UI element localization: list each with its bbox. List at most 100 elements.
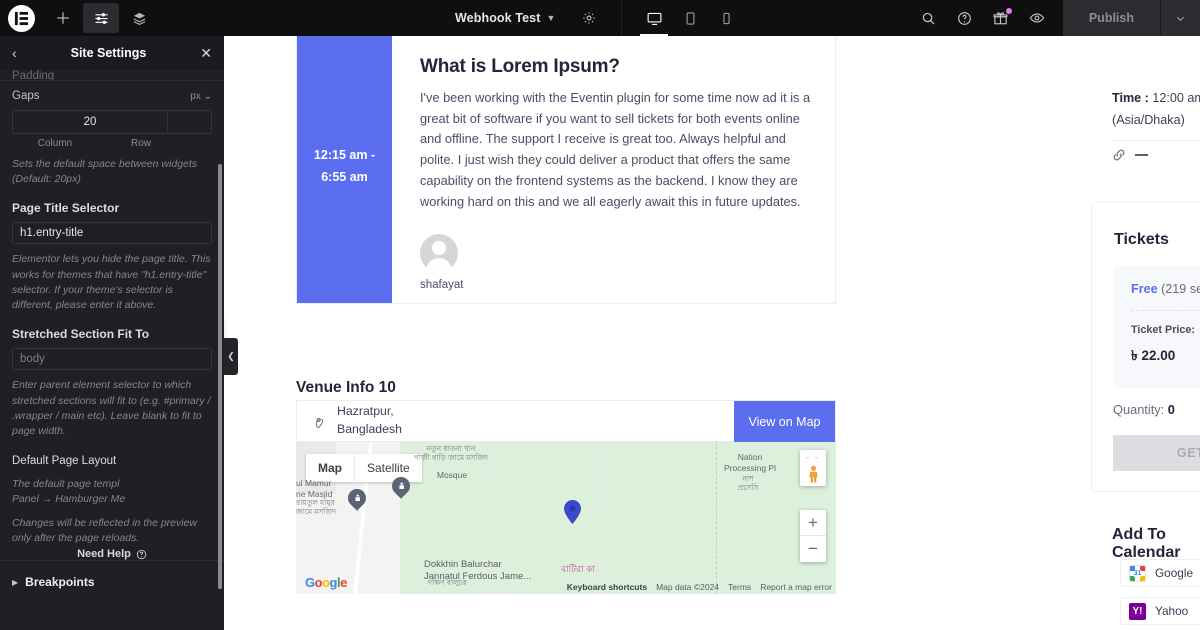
need-help-label: Need Help <box>77 548 131 560</box>
zoom-out-button[interactable]: − <box>800 536 826 562</box>
publish-options-chevron-down-icon[interactable] <box>1160 0 1200 36</box>
canvas-left-margin <box>224 36 296 630</box>
view-on-map-button[interactable]: View on Map <box>734 401 835 443</box>
ticket-divider <box>1131 310 1200 311</box>
report-map-error-link[interactable]: Report a map error <box>760 582 832 592</box>
eye-icon[interactable] <box>1019 0 1055 36</box>
map-poi-mosque[interactable] <box>344 485 370 511</box>
avatar-icon <box>420 234 458 273</box>
yahoo-calendar-icon: Y! <box>1129 602 1146 620</box>
event-time-strip: 12:15 am - 6:55 am <box>297 36 392 303</box>
calendar-item-google-label: Google <box>1155 566 1194 580</box>
question-circle-icon <box>136 549 147 559</box>
tablet-icon[interactable] <box>672 0 708 36</box>
ticket-option: Free (219 seats remaining) Ticket Price:… <box>1113 265 1200 388</box>
map-poi-mosque-2[interactable] <box>388 473 414 499</box>
map-zoom-controls: + − <box>800 510 826 562</box>
question-circle-icon[interactable] <box>947 0 983 36</box>
gaps-inputs <box>12 110 212 134</box>
google-logo: Google <box>305 575 347 590</box>
plus-icon[interactable] <box>45 3 81 33</box>
breakpoints-label: Breakpoints <box>25 575 95 590</box>
stretched-section-hint: Enter parent element selector to which s… <box>12 379 211 437</box>
map-label-masjid: ul Mamur ne Masjid <box>296 478 333 499</box>
breakpoints-toggle[interactable]: ▶ Breakpoints <box>12 575 212 589</box>
elementor-logo-icon[interactable] <box>8 4 35 32</box>
ticket-price-column: Ticket Price: ৳ 22.00 <box>1131 324 1200 368</box>
chevron-left-icon[interactable]: ‹ <box>12 46 17 60</box>
sidebar-scrollbar[interactable] <box>218 164 222 589</box>
venue-address: Hazratpur, Bangladesh <box>337 403 402 439</box>
event-time-block: Time : 12:00 am - 5:25 am (Asia/Dhaka) <box>1112 88 1200 131</box>
map-label-dokkhin-bn: দক্ষিণ বালুচর <box>428 578 467 587</box>
layers-icon[interactable] <box>121 3 157 33</box>
event-time-value: 12:00 am - 5:25 am <box>1152 91 1200 105</box>
calendar-item-google[interactable]: 31 Google <box>1120 559 1200 587</box>
terms-link[interactable]: Terms <box>728 582 751 592</box>
map-marker-icon[interactable] <box>564 500 581 527</box>
ticket-totals-row: Quantity: 0 Total: ৳ 0.00 <box>1113 402 1200 423</box>
stretched-section-label: Stretched Section Fit To <box>12 327 150 342</box>
keyboard-shortcuts-link[interactable]: Keyboard shortcuts <box>567 582 647 592</box>
get-tickets-button[interactable]: GET TICKETS <box>1113 435 1200 471</box>
venue-bar: Hazratpur, Bangladesh View on Map <box>296 400 836 443</box>
close-icon[interactable]: ✕ <box>200 46 212 60</box>
notification-dot <box>1005 8 1012 14</box>
google-map[interactable]: Map Satellite ul Mamur ne Masjid রায়তুল … <box>296 442 836 594</box>
event-link-value <box>1135 154 1148 156</box>
page-canvas: 12:15 am - 6:55 am What is Lorem Ipsum? … <box>224 36 1200 630</box>
event-time-label: Time : <box>1112 91 1149 105</box>
venue-section-title: Venue Info 10 <box>296 379 396 396</box>
ticket-seats-remaining: (219 seats remaining) <box>1161 282 1200 296</box>
stretched-section-input[interactable] <box>12 348 212 371</box>
publish-button[interactable]: Publish <box>1062 0 1160 36</box>
gear-icon[interactable] <box>571 0 607 36</box>
event-timezone: (Asia/Dhaka) <box>1112 112 1185 127</box>
map-data-copyright: Map data ©2024 <box>656 582 720 592</box>
gift-icon[interactable] <box>983 0 1019 36</box>
map-label-national-processing: Nation Processing Pl <box>724 452 776 473</box>
gaps-row-sublabel: Row <box>130 138 151 149</box>
search-icon[interactable] <box>911 0 947 36</box>
page-title-selector-input[interactable] <box>12 222 212 245</box>
document-title[interactable]: Webhook Test <box>455 11 540 25</box>
map-label-batira: বাটিরা কা <box>560 564 596 574</box>
page-title-selector-hint: Elementor lets you hide the page title. … <box>12 253 211 312</box>
author-name: shafayat <box>420 279 464 292</box>
description-body: What is Lorem Ipsum? I've been working w… <box>392 36 835 303</box>
google-calendar-day: 31 <box>1133 569 1142 577</box>
clipped-control-above: Padding <box>12 70 55 80</box>
panel-collapse-toggle[interactable]: ❮ <box>224 338 238 375</box>
page-reload-note: Changes will be reflected in the preview… <box>12 516 198 544</box>
triangle-right-icon: ▶ <box>12 577 19 587</box>
default-page-layout-hint-line2: Panel → Hamburger Me <box>12 493 126 506</box>
zoom-in-button[interactable]: + <box>800 510 826 536</box>
chevron-down-icon[interactable]: ▼ <box>546 13 555 23</box>
event-link-row <box>1112 148 1148 162</box>
ticket-price-value: ৳ 22.00 <box>1131 348 1176 363</box>
toolbar-divider <box>621 0 623 36</box>
need-help-link[interactable]: Need Help <box>0 548 224 560</box>
gaps-column-input[interactable] <box>13 111 168 133</box>
map-attribution: Keyboard shortcuts Map data ©2024 Terms … <box>567 582 832 592</box>
gaps-sublabels: Column Row <box>12 138 212 149</box>
top-bar-left-group <box>0 0 157 36</box>
sliders-icon[interactable] <box>83 3 119 33</box>
calendar-item-yahoo-label: Yahoo <box>1155 604 1189 618</box>
gaps-label: Gaps <box>12 90 40 102</box>
ticket-type-row: Free (219 seats remaining) <box>1131 282 1200 296</box>
gaps-unit-selector[interactable]: px ⌄ <box>190 91 212 102</box>
yahoo-calendar-glyph: Y! <box>1132 605 1143 617</box>
gaps-unit-value: px <box>190 90 201 102</box>
document-title-group: Webhook Test ▼ <box>455 0 744 36</box>
link-icon[interactable] <box>1112 148 1126 162</box>
description-title: What is Lorem Ipsum? <box>420 56 620 77</box>
device-mode-group <box>636 0 744 36</box>
gaps-row-input[interactable] <box>168 111 211 133</box>
map-road-thin <box>486 472 606 474</box>
street-view-pegman-icon[interactable]: - - <box>800 450 826 486</box>
calendar-item-yahoo[interactable]: Y! Yahoo <box>1120 597 1200 625</box>
map-pin-icon <box>311 414 326 429</box>
desktop-icon[interactable] <box>636 0 672 36</box>
mobile-icon[interactable] <box>708 0 744 36</box>
